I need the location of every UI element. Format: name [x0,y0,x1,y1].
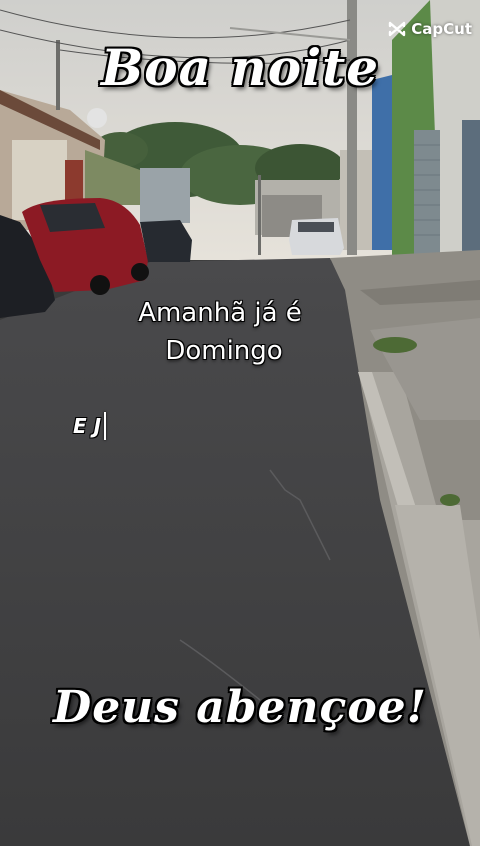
caption-line-2: Domingo [165,336,283,366]
text-cursor [104,412,107,440]
caption-line-1: Amanhã já é [138,298,302,328]
typing-text-block: E J [73,412,107,440]
typing-text: E J [73,414,102,438]
title-blessing: Deus abençoe! [53,682,427,733]
watermark-text: CapCut [411,20,472,38]
capcut-logo-icon [389,21,406,37]
capcut-watermark: CapCut [388,20,472,38]
title-greeting: Boa noite [100,38,380,97]
photo-frame: CapCut Boa noite Amanhã já é Domingo E J… [0,0,480,846]
